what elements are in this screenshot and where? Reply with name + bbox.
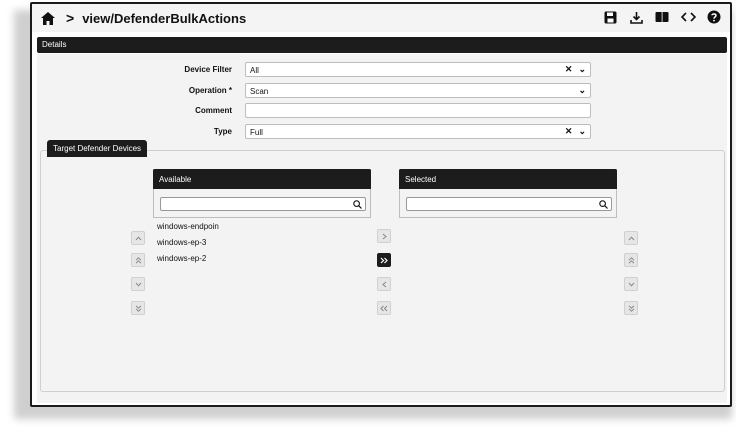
search-icon[interactable] — [599, 198, 608, 212]
move-left-button[interactable] — [377, 277, 391, 291]
chevron-down-icon[interactable]: ⌄ — [578, 85, 586, 96]
chevron-right-icon — [382, 233, 387, 239]
chevron-left-icon — [381, 281, 386, 287]
details-section-header[interactable]: Details — [37, 37, 727, 53]
move-up-button[interactable] — [131, 231, 145, 245]
chevron-up-icon — [628, 235, 634, 240]
move-bottom-button[interactable] — [131, 301, 145, 315]
details-form: Device Filter All ✕ ⌄ Operation * Scan ⌄ … — [37, 54, 727, 403]
list-item[interactable]: windows-ep-3 — [153, 234, 371, 250]
chevron-up-icon — [135, 235, 141, 240]
list-item[interactable]: windows-endpoin — [153, 218, 371, 234]
chevron-down-icon — [135, 282, 141, 287]
selected-move-down-button[interactable] — [624, 277, 638, 291]
type-select[interactable]: Full ✕ ⌄ — [245, 124, 591, 139]
breadcrumb-separator: > — [66, 10, 75, 26]
code-icon[interactable] — [680, 9, 696, 25]
device-filter-value: All — [250, 66, 259, 75]
selected-list-panel: Selected — [399, 169, 617, 385]
toolbar — [602, 9, 722, 25]
selected-move-bottom-button[interactable] — [624, 301, 638, 315]
selected-move-up-button[interactable] — [624, 231, 638, 245]
selected-list-header: Selected — [399, 169, 617, 189]
available-search-input[interactable] — [160, 197, 366, 211]
page-title: view/DefenderBulkActions — [82, 10, 247, 26]
move-top-button[interactable] — [131, 253, 145, 267]
book-icon[interactable] — [654, 9, 670, 25]
clear-icon[interactable]: ✕ — [565, 64, 573, 75]
type-label: Type — [213, 127, 232, 136]
help-icon[interactable] — [706, 9, 722, 25]
move-right-button[interactable] — [377, 229, 391, 243]
double-chevron-right-icon — [380, 257, 388, 263]
double-chevron-left-icon — [380, 305, 388, 311]
chevron-down-icon — [628, 282, 634, 287]
double-chevron-down-icon — [135, 304, 141, 312]
clear-icon[interactable]: ✕ — [565, 126, 573, 137]
move-all-left-button[interactable] — [377, 301, 391, 315]
app-window: > view/DefenderBulkActions Details Devic… — [30, 2, 732, 407]
save-icon[interactable] — [602, 9, 618, 25]
type-row: Type Full ✕ ⌄ — [37, 124, 727, 140]
type-value: Full — [250, 128, 263, 137]
double-chevron-down-icon — [628, 304, 634, 312]
selected-move-top-button[interactable] — [624, 253, 638, 267]
top-bar: > view/DefenderBulkActions — [32, 4, 730, 32]
comment-label: Comment — [195, 106, 232, 115]
target-devices-tab[interactable]: Target Defender Devices — [47, 140, 148, 157]
selected-list — [399, 217, 617, 385]
operation-row: Operation * Scan ⌄ — [37, 83, 727, 99]
device-filter-row: Device Filter All ✕ ⌄ — [37, 62, 727, 78]
download-icon[interactable] — [628, 9, 644, 25]
double-chevron-up-icon — [135, 256, 141, 264]
search-icon[interactable] — [353, 198, 362, 212]
chevron-down-icon[interactable]: ⌄ — [578, 126, 586, 137]
chevron-down-icon[interactable]: ⌄ — [578, 64, 586, 75]
available-list: windows-endpoin windows-ep-3 windows-ep-… — [153, 217, 371, 385]
list-item[interactable]: windows-ep-2 — [153, 250, 371, 266]
selected-search-input[interactable] — [406, 197, 612, 211]
device-filter-label: Device Filter — [184, 65, 232, 74]
device-filter-select[interactable]: All ✕ ⌄ — [245, 62, 591, 77]
comment-input[interactable] — [245, 103, 591, 118]
comment-row: Comment — [37, 103, 727, 119]
home-icon[interactable] — [40, 10, 56, 26]
available-list-panel: Available windows-endpoin windows-ep-3 w… — [153, 169, 371, 385]
move-all-right-button[interactable] — [377, 253, 391, 267]
operation-label: Operation * — [188, 86, 232, 95]
double-chevron-up-icon — [628, 256, 634, 264]
operation-select[interactable]: Scan ⌄ — [245, 83, 591, 98]
available-list-header: Available — [153, 169, 371, 189]
operation-value: Scan — [250, 87, 269, 96]
move-down-button[interactable] — [131, 277, 145, 291]
target-devices-group: Available windows-endpoin windows-ep-3 w… — [40, 150, 725, 392]
